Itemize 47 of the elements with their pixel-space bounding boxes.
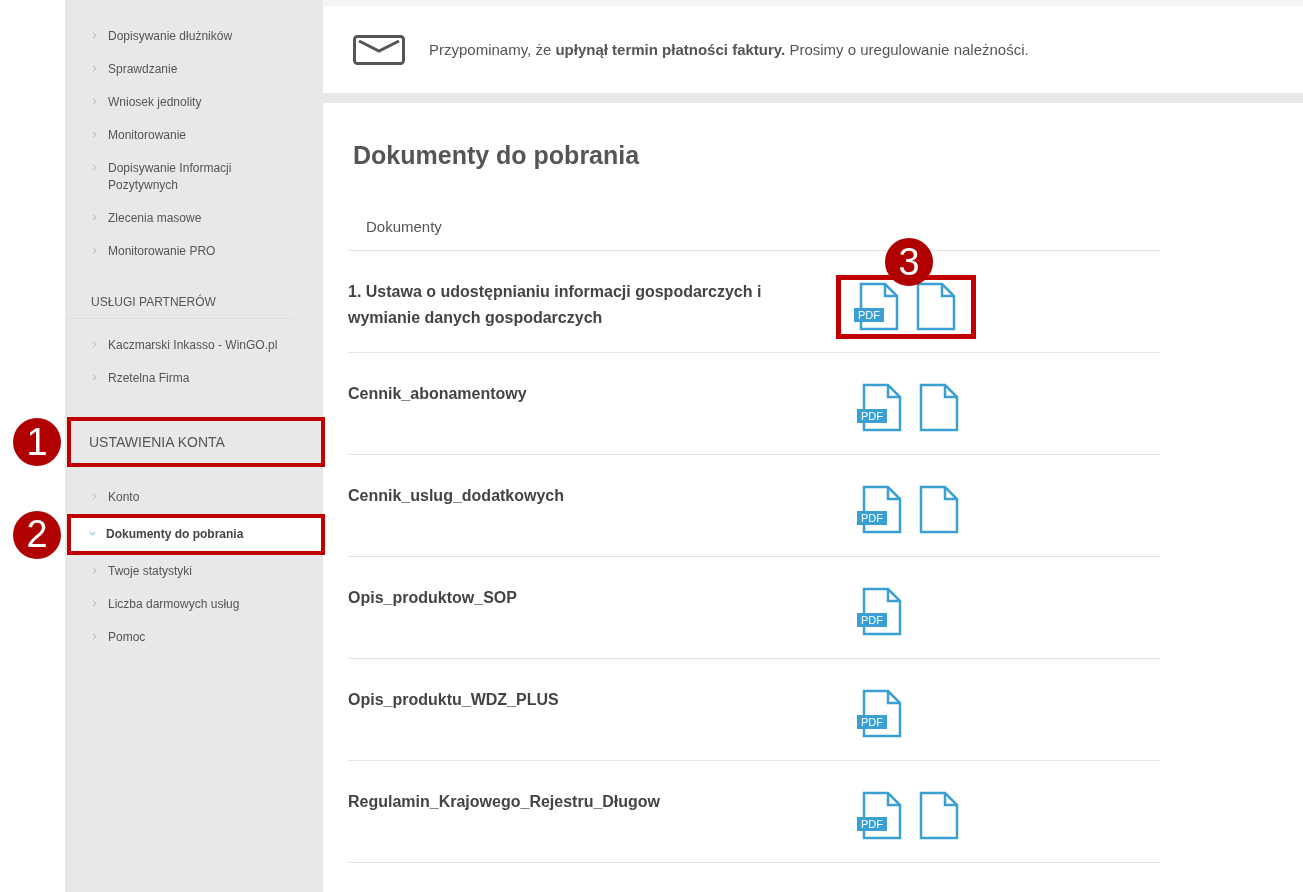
chevron-icon [91, 374, 98, 381]
sidebar-item[interactable]: Zlecenia masowe [65, 202, 323, 235]
envelope-icon [353, 34, 405, 65]
sidebar-item[interactable]: Monitorowanie [65, 119, 323, 152]
document-name: Regulamin_Krajowego_Rejestru_Długow [348, 792, 662, 812]
sidebar-item[interactable]: Konto [65, 481, 323, 514]
sidebar-item[interactable]: Dokumenty do pobrania [71, 518, 321, 551]
chevron-icon [91, 247, 98, 254]
chevron-icon [91, 164, 98, 171]
chevron-icon [91, 600, 98, 607]
chevron-icon [91, 65, 98, 72]
document-name: Opis_produktow_SOP [348, 588, 518, 608]
notice-text: Przypominamy, że upłynął termin płatności faktury. Prosimy o uregulowanie należności. [429, 41, 1029, 58]
document-name: Cennik_abonamentowy [348, 384, 528, 404]
callout-number: 2 [13, 510, 61, 559]
file-download-icon[interactable] [918, 383, 960, 433]
document-name: 1. Ustawa o udostępnianiu informacji gospodarczych i wymianie danych gospodarczych [348, 282, 763, 328]
chevron-icon [91, 341, 98, 348]
chevron-icon [91, 567, 98, 574]
sidebar-item[interactable]: Dopisywanie dłużników [65, 20, 323, 53]
callout-number: 3 [885, 238, 933, 286]
chevron-icon [91, 214, 98, 221]
page-title: Dokumenty do pobrania [353, 141, 641, 170]
document-name: Cennik_uslug_dodatkowych [348, 486, 566, 506]
sidebar-item[interactable]: Rzetelna Firma [65, 362, 323, 395]
chevron-icon [91, 633, 98, 640]
file-download-icon[interactable] [915, 282, 957, 332]
sidebar-item[interactable]: Monitorowanie PRO [65, 235, 323, 268]
file-download-icon[interactable] [918, 485, 960, 535]
chevron-icon [91, 493, 98, 500]
column-header: Dokumenty [366, 218, 442, 235]
document-name: Opis_produktu_WDZ_PLUS [348, 690, 560, 710]
sidebar-item[interactable]: Twoje statystyki [65, 555, 323, 588]
chevron-icon [91, 98, 98, 105]
chevron-icon [91, 32, 98, 39]
section-heading: USTAWIENIA KONTA [89, 434, 225, 450]
sidebar-item[interactable]: Liczba darmowych usług [65, 588, 323, 621]
chevron-icon [91, 131, 98, 138]
section-heading: USŁUGI PARTNERÓW [91, 295, 216, 309]
sidebar-item[interactable]: Sprawdzanie [65, 53, 323, 86]
sidebar-item[interactable]: Pomoc [65, 621, 323, 654]
chevron-icon [89, 530, 96, 537]
sidebar-item[interactable]: Kaczmarski Inkasso - WinGO.pl [65, 329, 323, 362]
sidebar-item[interactable]: Wniosek jednolity [65, 86, 323, 119]
callout-number: 1 [13, 418, 61, 466]
file-download-icon[interactable] [918, 791, 960, 841]
sidebar-item[interactable]: Dopisywanie Informacji Pozytywnych [65, 152, 323, 202]
